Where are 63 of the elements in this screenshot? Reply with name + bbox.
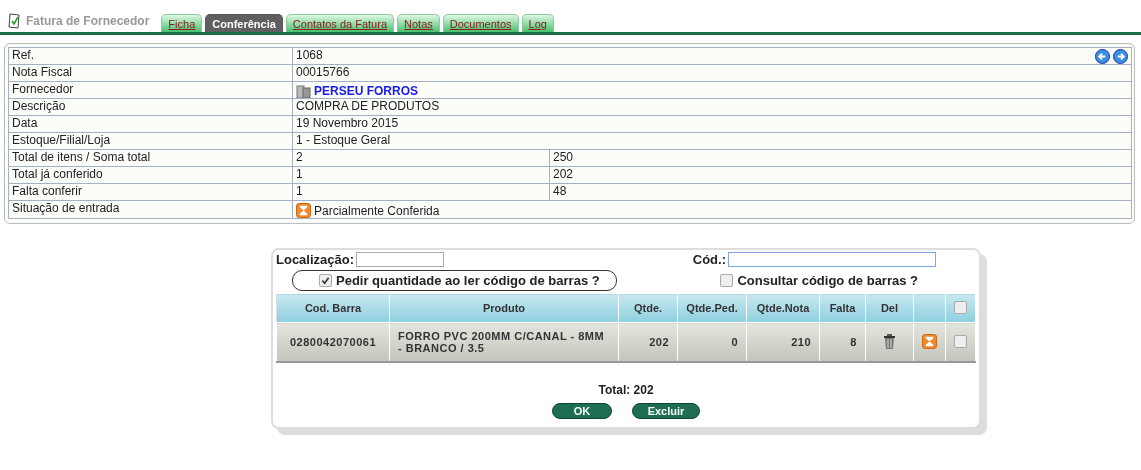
- column-header: Produto: [389, 293, 619, 323]
- column-header: Falta: [819, 293, 866, 323]
- tab[interactable]: Ficha: [161, 14, 203, 32]
- option-label: Consultar código de barras ?: [737, 273, 918, 288]
- code-label: Cód.:: [692, 252, 726, 267]
- field-label: Total já conferido: [8, 166, 293, 184]
- page-title: Fatura de Fornecedor: [26, 14, 150, 28]
- column-header: Cod. Barra: [276, 293, 390, 323]
- total-label: Total: 202: [597, 383, 655, 397]
- field-label: Ref.: [8, 47, 293, 65]
- hourglass-icon: [922, 333, 937, 349]
- field-label: Fornecedor: [8, 81, 293, 99]
- field-label: Falta conferir: [8, 183, 293, 201]
- code-field[interactable]: [728, 252, 936, 267]
- column-header: Qtde.Nota: [746, 293, 820, 323]
- building-icon: [296, 84, 311, 98]
- tab[interactable]: Log: [521, 14, 554, 32]
- checkbox[interactable]: [319, 274, 332, 287]
- back-arrow-icon[interactable]: [1095, 49, 1110, 64]
- checkbox[interactable]: [954, 334, 967, 348]
- tab[interactable]: Documentos: [442, 14, 519, 32]
- checkbox[interactable]: [954, 300, 967, 314]
- tab[interactable]: Notas: [397, 14, 440, 32]
- field-label: Situação de entrada: [8, 200, 293, 219]
- field-label: Total de itens / Soma total: [8, 149, 293, 167]
- field-value: 250: [549, 149, 1132, 167]
- table-cell: 0: [677, 322, 747, 362]
- location-label: Localização:: [276, 252, 355, 267]
- field-value: 2: [296, 150, 303, 164]
- tab[interactable]: Conferência: [205, 14, 283, 32]
- field-value: 1: [296, 184, 303, 198]
- table-cell: 210: [746, 322, 820, 362]
- field-value: 1: [296, 167, 303, 181]
- trash-icon[interactable]: [882, 333, 896, 349]
- supplier-link[interactable]: PERSEU FORROS: [314, 84, 418, 98]
- field-value: 1068: [296, 48, 323, 62]
- field-value: 1 - Estoque Geral: [296, 133, 391, 147]
- location-field[interactable]: [356, 252, 445, 267]
- table-cell: 8: [819, 322, 866, 362]
- field-label: Descrição: [8, 98, 293, 116]
- field-value: 48: [549, 183, 1132, 201]
- checkbox[interactable]: [720, 274, 734, 287]
- field-value: COMPRA DE PRODUTOS: [296, 99, 440, 113]
- column-header: Del: [865, 293, 914, 323]
- document-check-icon: [8, 13, 22, 29]
- tab[interactable]: Contatos da Fatura: [285, 14, 394, 32]
- ok-button[interactable]: OK: [552, 403, 612, 419]
- hourglass-icon: [296, 203, 311, 218]
- field-value: 00015766: [296, 65, 350, 79]
- field-label: Nota Fiscal: [8, 64, 293, 82]
- field-label: Data: [8, 115, 293, 133]
- table-cell: 202: [618, 322, 678, 362]
- option-label: Pedir quantidade ao ler código de barras ?: [336, 273, 600, 288]
- forward-arrow-icon[interactable]: [1113, 49, 1128, 64]
- table-cell: FORRO PVC 200MM C/CANAL - 8MM - BRANCO / 3.5: [389, 322, 619, 362]
- field-value: 202: [549, 166, 1132, 184]
- status-text: Parcialmente Conferida: [314, 203, 440, 218]
- field-value: 19 Novembro 2015: [296, 116, 399, 130]
- column-header: Qtde.: [618, 293, 678, 323]
- table-cell: 0280042070061: [276, 322, 390, 362]
- delete-button[interactable]: Excluir: [632, 403, 700, 419]
- field-label: Estoque/Filial/Loja: [8, 132, 293, 150]
- column-header: Qtde.Ped.: [677, 293, 747, 323]
